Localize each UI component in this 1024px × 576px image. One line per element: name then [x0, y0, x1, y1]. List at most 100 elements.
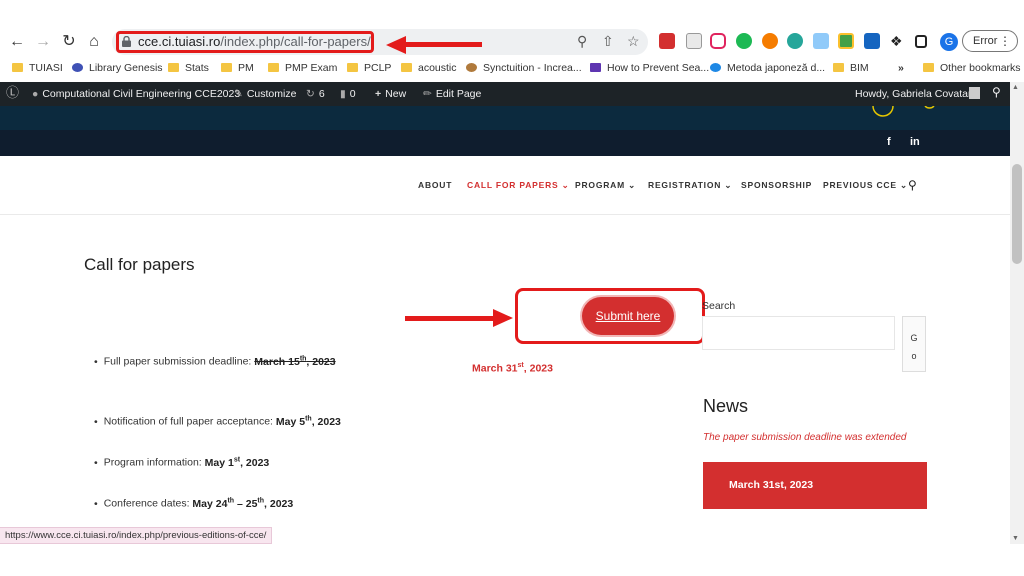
- deadline-new-year: , 2023: [523, 362, 553, 375]
- admin-site-label: Computational Civil Engineering CCE2023: [42, 88, 241, 100]
- admin-site-link[interactable]: ● Computational Civil Engineering CCE2023: [32, 88, 240, 101]
- nav-divider: [0, 214, 1010, 215]
- search-label: Search: [702, 300, 736, 312]
- error-button[interactable]: Error ⋮: [962, 30, 1018, 52]
- admin-edit-link[interactable]: ✏ Edit Page: [423, 88, 481, 101]
- extension-b-icon[interactable]: [838, 33, 854, 49]
- scroll-up-icon[interactable]: ▲: [1012, 84, 1019, 91]
- star-icon[interactable]: ☆: [627, 33, 640, 50]
- admin-updates-count: 6: [318, 88, 325, 100]
- wordpress-icon[interactable]: Ⓛ: [6, 86, 19, 99]
- admin-customize-link[interactable]: ✎ Customize: [234, 88, 296, 101]
- chevron-down-icon: ⌄: [561, 180, 570, 190]
- deadline-item: Full paper submission deadline: March 15…: [94, 355, 336, 368]
- program-day: May 1: [204, 456, 234, 469]
- go-label-o: o: [911, 351, 917, 361]
- menu-previous-label: PREVIOUS CCE: [823, 180, 897, 190]
- menu-about[interactable]: ABOUT: [418, 180, 452, 190]
- admin-avatar[interactable]: [969, 87, 980, 99]
- url-arrow-shaft: [404, 42, 482, 47]
- deadline-old-year: , 2023: [306, 355, 336, 368]
- bookmark-item[interactable]: Library Genesis: [72, 60, 163, 76]
- conference-start: May 24: [192, 497, 228, 510]
- bookmarks-more[interactable]: »: [898, 60, 904, 76]
- extension-blue-icon[interactable]: [813, 33, 829, 49]
- pdf-extension-icon[interactable]: [659, 33, 675, 49]
- chevron-down-icon: ⌄: [628, 180, 637, 190]
- scrollbar-thumb[interactable]: [1012, 164, 1022, 264]
- menu-registration-label: REGISTRATION: [648, 180, 722, 190]
- bookmark-item[interactable]: Stats: [168, 60, 209, 76]
- menu-previous-cce[interactable]: PREVIOUS CCE ⌄: [823, 180, 908, 191]
- linkedin-icon[interactable]: in: [910, 136, 920, 148]
- search-input[interactable]: [702, 316, 895, 350]
- bookmark-item[interactable]: PCLP: [347, 60, 391, 76]
- folder-icon: [401, 63, 412, 72]
- folder-icon: [268, 63, 279, 72]
- forward-icon[interactable]: →: [34, 33, 52, 51]
- admin-account[interactable]: Howdy, Gabriela Covatariu: [855, 88, 980, 101]
- menu-search-icon[interactable]: ⚲: [908, 178, 917, 192]
- menu-sponsorship[interactable]: SPONSORSHIP: [741, 180, 812, 190]
- calendar-icon[interactable]: [864, 33, 880, 49]
- admin-edit-label: Edit Page: [435, 88, 482, 100]
- bookmark-label: acoustic: [418, 62, 457, 74]
- menu-program-label: PROGRAM: [575, 180, 625, 190]
- bookmark-item[interactable]: Metoda japoneză d...: [710, 60, 825, 76]
- bookmark-item[interactable]: Synctuition - Increa...: [466, 60, 582, 76]
- conference-year: , 2023: [264, 497, 294, 510]
- program-item: Program information: May 1st, 2023: [94, 456, 270, 469]
- bookmark-item[interactable]: acoustic: [401, 60, 457, 76]
- admin-updates-link[interactable]: ↻ 6: [306, 88, 325, 101]
- extension-icon[interactable]: [686, 33, 702, 49]
- folder-icon: [221, 63, 232, 72]
- bookmark-item[interactable]: PMP Exam: [268, 60, 337, 76]
- admin-new-label: New: [385, 88, 407, 100]
- profile-avatar[interactable]: G: [940, 33, 958, 51]
- admin-comments-link[interactable]: ▮ 0: [340, 88, 356, 101]
- bookmark-label: PCLP: [364, 62, 392, 74]
- bookmark-item[interactable]: PM: [221, 60, 254, 76]
- acceptance-year: , 2023: [311, 415, 341, 428]
- error-label: Error: [973, 35, 998, 47]
- news-card[interactable]: March 31st, 2023: [703, 462, 927, 509]
- bookmark-item[interactable]: TUIASI: [12, 60, 63, 76]
- pocket-icon[interactable]: [710, 33, 726, 49]
- other-bookmarks[interactable]: Other bookmarks: [923, 60, 1021, 76]
- menu-call-for-papers[interactable]: CALL FOR PAPERS ⌄: [467, 180, 570, 191]
- reload-icon[interactable]: ↻: [60, 33, 78, 51]
- home-icon[interactable]: ⌂: [85, 33, 103, 51]
- submit-here-button[interactable]: Submit here: [582, 297, 674, 335]
- sidepanel-icon[interactable]: [915, 35, 927, 48]
- go-label-g: G: [910, 333, 918, 343]
- bookmark-label: PMP Exam: [285, 62, 338, 74]
- globe-icon: [710, 63, 721, 72]
- menu-program[interactable]: PROGRAM ⌄: [575, 180, 636, 191]
- deadline-old-date: March 15th, 2023: [254, 355, 336, 368]
- grammar-icon[interactable]: [787, 33, 803, 49]
- admin-comments-count: 0: [349, 88, 356, 100]
- program-date: May 1st, 2023: [204, 456, 270, 469]
- extensions-puzzle-icon[interactable]: ❖: [890, 33, 903, 50]
- conference-dates: May 24th – 25th, 2023: [192, 497, 294, 510]
- news-text[interactable]: The paper submission deadline was extend…: [703, 432, 906, 443]
- bookmark-item[interactable]: BIM: [833, 60, 869, 76]
- admin-new-link[interactable]: + New: [375, 88, 406, 101]
- scrollbar-track[interactable]: [1010, 82, 1024, 544]
- back-icon[interactable]: ←: [8, 33, 26, 51]
- spotify-icon[interactable]: [736, 33, 752, 49]
- news-title: News: [703, 396, 749, 416]
- scroll-down-icon[interactable]: ▼: [1012, 535, 1019, 542]
- bookmark-item[interactable]: How to Prevent Sea...: [590, 60, 709, 76]
- menu-registration[interactable]: REGISTRATION ⌄: [648, 180, 732, 191]
- extension-orange-icon[interactable]: [762, 33, 778, 49]
- share-icon[interactable]: ⇧: [602, 33, 614, 50]
- admin-search-icon[interactable]: ⚲: [992, 86, 1001, 99]
- go-button[interactable]: Go: [902, 316, 926, 372]
- conference-label: Conference dates:: [103, 497, 190, 510]
- url-arrow-head: [386, 36, 406, 54]
- facebook-icon[interactable]: f: [887, 136, 891, 148]
- zoom-icon[interactable]: ⚲: [577, 33, 587, 50]
- bookmark-label: How to Prevent Sea...: [607, 62, 710, 74]
- chevron-down-icon: ⌄: [724, 180, 733, 190]
